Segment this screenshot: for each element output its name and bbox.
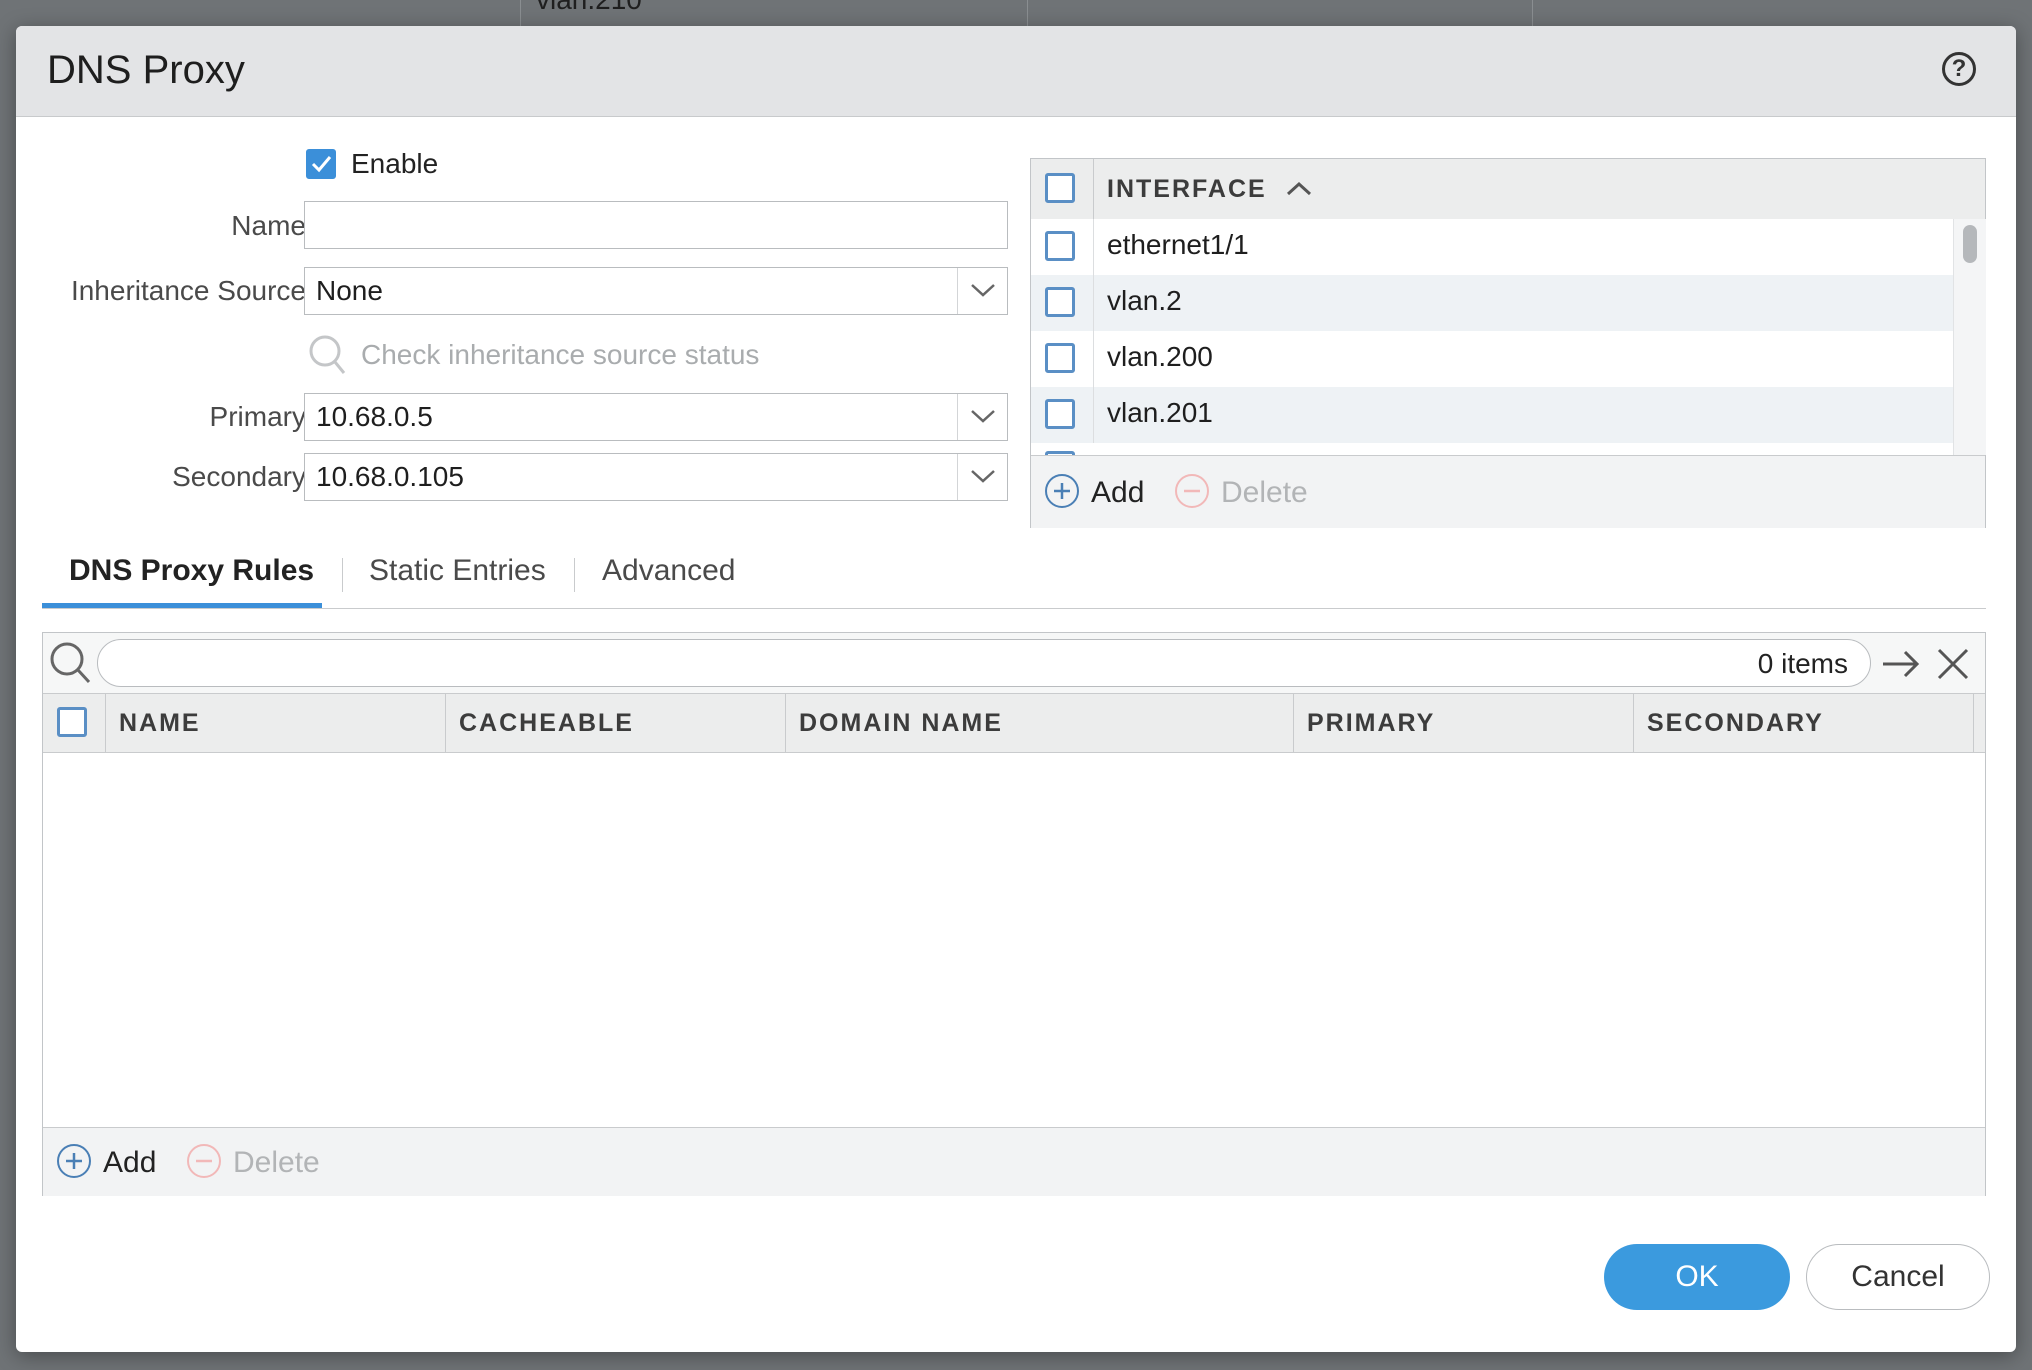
- interface-row[interactable]: vlan.200: [1031, 331, 1953, 388]
- column-divider: [105, 694, 106, 752]
- rules-table-header: NAME CACHEABLE DOMAIN NAME PRIMARY SECON…: [43, 693, 1985, 753]
- scrollbar-thumb[interactable]: [1963, 225, 1977, 263]
- interface-name: vlan.2: [1107, 285, 1182, 316]
- interface-row[interactable]: vlan.201: [1031, 387, 1953, 444]
- primary-select[interactable]: 10.68.0.5: [304, 393, 1008, 441]
- interface-table-footer: Add Delete: [1031, 455, 1985, 528]
- column-divider: [1093, 159, 1094, 219]
- delete-icon: [187, 1144, 221, 1178]
- inheritance-source-select[interactable]: None: [304, 267, 1008, 315]
- rules-search-input[interactable]: 0 items: [97, 639, 1871, 687]
- close-icon[interactable]: [1935, 646, 1971, 682]
- interface-scrollbar[interactable]: [1953, 219, 1986, 455]
- column-divider: [1633, 694, 1634, 752]
- enable-checkbox[interactable]: [306, 149, 336, 179]
- chevron-down-icon[interactable]: [957, 454, 1007, 500]
- name-input[interactable]: [304, 201, 1008, 249]
- primary-label: Primary: [209, 401, 306, 432]
- add-icon: [57, 1144, 91, 1178]
- interface-row[interactable]: vlan.2: [1031, 275, 1953, 332]
- tab-bar: DNS Proxy Rules Static Entries Advanced: [42, 546, 1986, 609]
- domain-name-column-header[interactable]: DOMAIN NAME: [799, 709, 1003, 738]
- interface-row-partial: [1031, 443, 1953, 455]
- column-divider: [1293, 694, 1294, 752]
- rules-table-footer: Add Delete: [43, 1127, 1985, 1196]
- arrow-right-icon[interactable]: [1881, 649, 1921, 679]
- interface-column-header[interactable]: INTERFACE: [1107, 175, 1267, 204]
- check-icon: [311, 156, 332, 173]
- check-inheritance-status-link[interactable]: Check inheritance source status: [361, 339, 759, 371]
- backdrop-text: vlan.210: [536, 0, 642, 16]
- tab-static-entries[interactable]: Static Entries: [369, 554, 546, 588]
- interface-row-checkbox[interactable]: [1045, 287, 1075, 317]
- interface-table: INTERFACE ethernet1/1 vlan.2 vlan.200 vl…: [1030, 158, 1986, 528]
- column-divider: [445, 694, 446, 752]
- delete-interface-button[interactable]: Delete: [1221, 476, 1308, 510]
- search-icon: [50, 642, 91, 684]
- interface-name: vlan.201: [1107, 397, 1213, 428]
- interface-row-checkbox[interactable]: [1045, 399, 1075, 429]
- column-divider: [1973, 694, 1974, 752]
- help-icon[interactable]: ?: [1942, 52, 1976, 86]
- secondary-value: 10.68.0.105: [316, 461, 464, 492]
- backdrop-divider: [1027, 0, 1028, 26]
- dns-proxy-rules-table: 0 items NAME CACHEABLE DOMAIN NAME PRIMA…: [42, 632, 1986, 1196]
- tab-advanced[interactable]: Advanced: [602, 554, 735, 588]
- active-tab-indicator: [42, 603, 322, 608]
- inheritance-source-label: Inheritance Source: [70, 275, 306, 306]
- sort-ascending-icon[interactable]: [1285, 179, 1313, 199]
- name-column-header[interactable]: NAME: [119, 709, 201, 738]
- chevron-down-icon[interactable]: [957, 394, 1007, 440]
- tab-dns-proxy-rules[interactable]: DNS Proxy Rules: [69, 554, 314, 588]
- select-all-interfaces-checkbox[interactable]: [1045, 173, 1075, 203]
- delete-icon: [1175, 474, 1209, 508]
- primary-value: 10.68.0.5: [316, 401, 433, 432]
- interface-name: ethernet1/1: [1107, 229, 1249, 260]
- chevron-down-icon[interactable]: [957, 268, 1007, 314]
- inheritance-source-value: None: [316, 275, 383, 306]
- secondary-label: Secondary: [172, 461, 306, 492]
- column-divider: [1093, 387, 1094, 443]
- enable-label: Enable: [351, 148, 439, 179]
- add-icon: [1045, 474, 1079, 508]
- name-label: Name: [231, 210, 306, 241]
- interface-name: vlan.200: [1107, 341, 1213, 372]
- items-count: 0 items: [1757, 648, 1848, 679]
- dns-proxy-dialog: DNS Proxy ? Enable Name Inheritance Sour…: [16, 26, 2016, 1352]
- dialog-header: DNS Proxy ?: [16, 26, 2016, 117]
- cacheable-column-header[interactable]: CACHEABLE: [459, 709, 634, 738]
- interface-row[interactable]: ethernet1/1: [1031, 219, 1953, 276]
- dialog-title: DNS Proxy: [47, 48, 245, 92]
- select-all-rules-checkbox[interactable]: [57, 707, 87, 737]
- primary-column-header[interactable]: PRIMARY: [1307, 709, 1435, 738]
- interface-row-checkbox[interactable]: [1045, 343, 1075, 373]
- column-divider: [1093, 219, 1094, 275]
- interface-table-header: INTERFACE: [1031, 159, 1985, 220]
- column-divider: [1093, 275, 1094, 331]
- add-rule-button[interactable]: Add: [103, 1146, 156, 1180]
- ok-button[interactable]: OK: [1604, 1244, 1790, 1310]
- cancel-button[interactable]: Cancel: [1806, 1244, 1990, 1310]
- interface-row-checkbox[interactable]: [1045, 231, 1075, 261]
- tab-divider: [574, 558, 575, 592]
- add-interface-button[interactable]: Add: [1091, 476, 1144, 510]
- secondary-column-header[interactable]: SECONDARY: [1647, 709, 1824, 738]
- backdrop-divider: [1532, 0, 1533, 26]
- rules-table-body: [43, 753, 1985, 1127]
- backdrop-divider: [520, 0, 521, 26]
- delete-rule-button[interactable]: Delete: [233, 1146, 320, 1180]
- search-icon: [309, 335, 346, 374]
- interface-list: ethernet1/1 vlan.2 vlan.200 vlan.201: [1031, 219, 1953, 455]
- secondary-select[interactable]: 10.68.0.105: [304, 453, 1008, 501]
- tab-divider: [342, 558, 343, 592]
- rules-search-bar: 0 items: [43, 633, 1985, 693]
- column-divider: [785, 694, 786, 752]
- column-divider: [1093, 331, 1094, 387]
